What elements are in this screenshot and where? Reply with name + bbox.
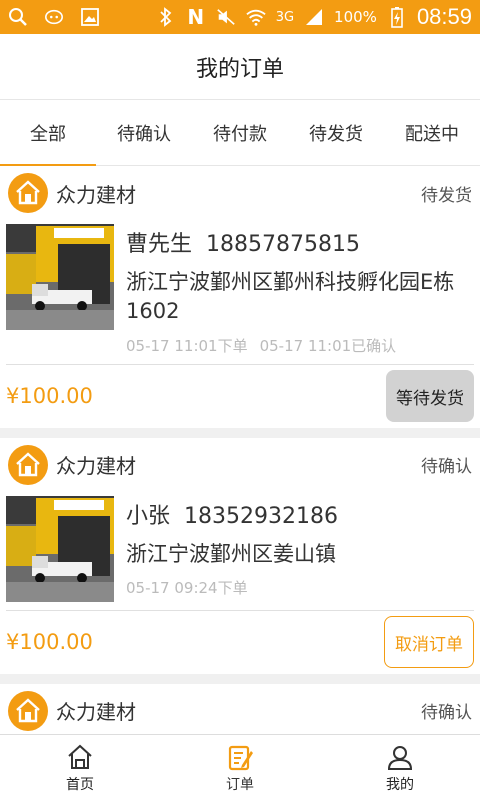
nav-orders-label: 订单	[226, 776, 254, 793]
nav-home[interactable]: 首页	[0, 735, 160, 800]
store-icon	[8, 444, 48, 485]
order-status: 待发货	[421, 185, 472, 206]
bluetooth-icon	[156, 7, 176, 27]
store-name[interactable]: 众力建材	[56, 450, 136, 479]
order-price: ¥100.00	[6, 384, 93, 409]
mute-icon	[216, 7, 236, 27]
battery-charging-icon	[387, 7, 407, 28]
cancel-order-button[interactable]: 取消订单	[384, 616, 474, 669]
recipient-name: 曹先生	[126, 232, 193, 257]
app-notification-icon	[44, 7, 64, 27]
order-status-tabs: 全部 待确认 待付款 待发货 配送中	[0, 100, 480, 167]
signal-icon	[304, 7, 324, 27]
tab-all[interactable]: 全部	[0, 100, 96, 167]
bottom-nav: 首页 订单 我的	[0, 734, 480, 800]
delivery-address: 浙江宁波鄞州区姜山镇	[126, 541, 336, 566]
battery-percent: 100%	[334, 8, 377, 26]
nav-profile-label: 我的	[386, 776, 414, 793]
recipient-name: 小张	[126, 503, 171, 529]
tab-delivering[interactable]: 配送中	[384, 100, 480, 166]
product-image[interactable]	[6, 495, 114, 602]
tab-pending-shipment[interactable]: 待发货	[288, 100, 384, 166]
home-icon	[65, 742, 95, 772]
product-image[interactable]	[6, 224, 114, 330]
tab-pending-payment[interactable]: 待付款	[192, 100, 288, 166]
order-time: 05-17 11:01下单	[126, 336, 248, 355]
store-name[interactable]: 众力建材	[56, 179, 136, 208]
nav-orders[interactable]: 订单	[160, 735, 320, 800]
nav-profile[interactable]: 我的	[320, 735, 480, 800]
order-price: ¥100.00	[6, 630, 93, 655]
await-shipment-button[interactable]: 等待发货	[386, 370, 474, 423]
search-icon	[8, 7, 28, 27]
recipient-contact: 曹先生 18857875815	[126, 226, 474, 258]
store-icon	[8, 690, 48, 731]
image-notification-icon	[80, 7, 100, 27]
order-card[interactable]: 众力建材 待确认	[0, 683, 480, 734]
title-bar: 我的订单	[0, 34, 480, 100]
orders-icon	[225, 742, 255, 772]
nav-home-label: 首页	[66, 776, 94, 793]
store-name[interactable]: 众力建材	[56, 696, 136, 725]
order-timestamps: 05-17 09:24下单	[126, 577, 474, 598]
order-timestamps: 05-17 11:01下单 05-17 11:01已确认	[126, 335, 474, 356]
order-time: 05-17 09:24下单	[126, 579, 248, 598]
delivery-address: 浙江宁波鄞州区鄞州科技孵化园E栋1602	[126, 270, 455, 324]
network-type: 3G	[275, 9, 295, 25]
tab-pending-confirm[interactable]: 待确认	[96, 100, 192, 166]
order-status: 待确认	[421, 457, 472, 478]
order-card[interactable]: 众力建材 待发货 曹先生 18857875815 浙江宁波鄞州区鄞州科技孵化园E…	[0, 166, 480, 428]
store-icon	[8, 173, 48, 213]
order-status: 待确认	[421, 703, 472, 724]
confirm-time: 05-17 11:01已确认	[259, 336, 397, 355]
order-list[interactable]: 众力建材 待发货 曹先生 18857875815 浙江宁波鄞州区鄞州科技孵化园E…	[0, 166, 480, 734]
nfc-icon: N	[187, 5, 205, 29]
order-card[interactable]: 众力建材 待确认	[0, 437, 480, 674]
profile-icon	[385, 742, 415, 772]
status-bar: N 3G 100% 08:59	[0, 0, 480, 34]
recipient-contact: 小张 18352932186	[126, 498, 474, 530]
recipient-phone: 18857875815	[206, 232, 360, 257]
wifi-icon	[246, 7, 266, 27]
clock: 08:59	[416, 4, 472, 29]
page-title: 我的订单	[195, 56, 284, 82]
recipient-phone: 18352932186	[184, 503, 338, 529]
